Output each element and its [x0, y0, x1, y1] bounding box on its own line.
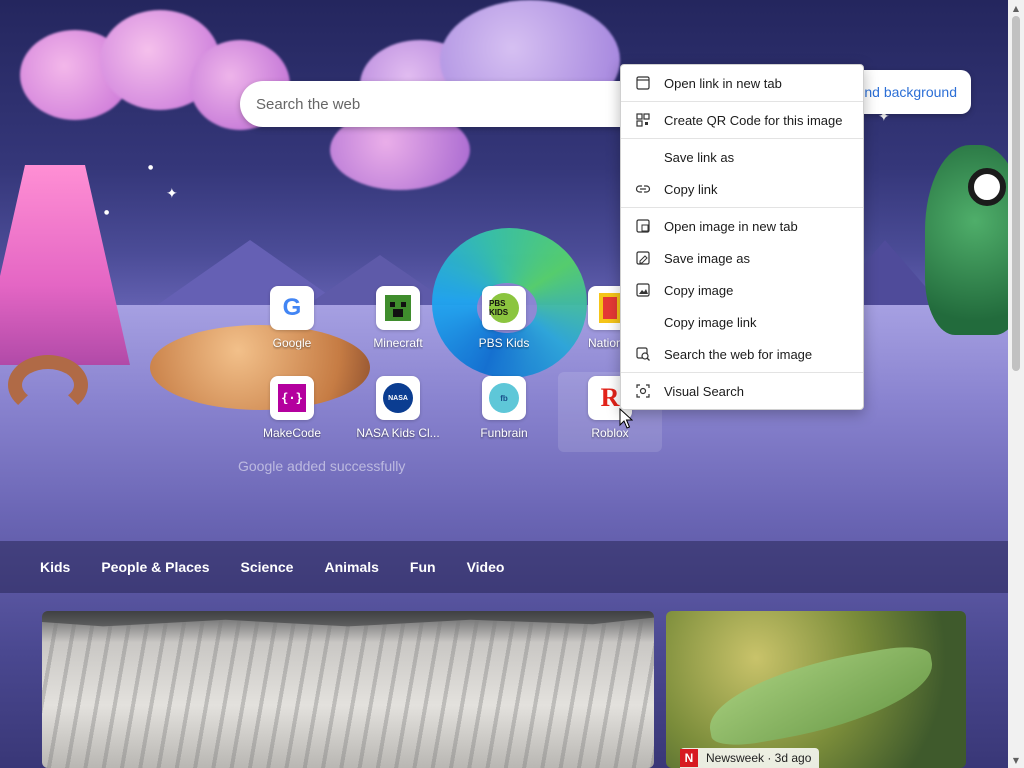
save-image-icon [635, 250, 651, 266]
card-source-text: Newsweek · 3d ago [706, 751, 812, 765]
menu-item-label: Save image as [664, 250, 750, 266]
menu-search-web-for-image[interactable]: Search the web for image [621, 338, 863, 370]
news-card-landscape[interactable] [42, 611, 654, 768]
link-icon [635, 181, 651, 197]
blank-icon [635, 314, 651, 330]
minecraft-icon [376, 286, 420, 330]
pbs-kids-icon: PBS KIDS [482, 286, 526, 330]
qr-code-icon [635, 112, 651, 128]
menu-open-link-new-tab[interactable]: Open link in new tab [621, 67, 863, 99]
menu-save-image-as[interactable]: Save image as [621, 242, 863, 274]
tab-kids[interactable]: Kids [40, 559, 70, 575]
quick-link-minecraft[interactable]: Minecraft [350, 286, 446, 362]
menu-open-image-new-tab[interactable]: Open image in new tab [621, 210, 863, 242]
donut-float [8, 355, 88, 415]
scroll-down-arrow-icon[interactable]: ▼ [1008, 752, 1024, 768]
nasa-icon: NASA [376, 376, 420, 420]
mouse-cursor-icon [619, 408, 633, 429]
funbrain-icon: fb [482, 376, 526, 420]
menu-item-label: Copy image [664, 282, 734, 298]
quick-link-label: MakeCode [262, 426, 322, 440]
quick-link-label: Minecraft [373, 336, 423, 350]
star-icon: ● [104, 209, 110, 216]
tab-animals[interactable]: Animals [324, 559, 378, 575]
star-icon: ✦ [166, 186, 178, 202]
makecode-icon: {·} [270, 376, 314, 420]
new-tab-icon [635, 75, 651, 91]
menu-item-label: Create QR Code for this image [664, 112, 843, 128]
menu-separator [621, 101, 863, 102]
menu-copy-image[interactable]: Copy image [621, 274, 863, 306]
search-input[interactable] [256, 95, 616, 113]
blank-icon [635, 149, 651, 165]
menu-item-label: Open image in new tab [664, 218, 798, 234]
volcano-character [0, 165, 130, 365]
tab-video[interactable]: Video [467, 559, 505, 575]
menu-item-label: Visual Search [664, 383, 744, 399]
quick-link-funbrain[interactable]: fb Funbrain [456, 376, 552, 452]
page-scrollbar[interactable]: ▲ ▼ [1008, 0, 1024, 768]
menu-visual-search[interactable]: Visual Search [621, 375, 863, 407]
menu-separator [621, 372, 863, 373]
tab-science[interactable]: Science [241, 559, 294, 575]
katydid-image [701, 641, 941, 751]
quick-link-label: Funbrain [480, 426, 528, 440]
quick-link-label: PBS Kids [478, 336, 530, 350]
menu-separator [621, 138, 863, 139]
menu-item-label: Copy link [664, 181, 718, 197]
menu-copy-link[interactable]: Copy link [621, 173, 863, 205]
menu-item-label: Copy image link [664, 314, 757, 330]
star-icon: ● [148, 164, 154, 171]
quick-link-pbs-kids[interactable]: PBS KIDS PBS Kids [456, 286, 552, 362]
news-card-katydid[interactable]: N Newsweek · 3d ago [666, 611, 966, 768]
image-search-icon [635, 346, 651, 362]
google-icon: G [270, 286, 314, 330]
menu-separator [621, 207, 863, 208]
menu-create-qr-code[interactable]: Create QR Code for this image [621, 104, 863, 136]
tab-people-places[interactable]: People & Places [101, 559, 209, 575]
context-menu: Open link in new tab Create QR Code for … [620, 64, 864, 410]
monster-eye [968, 168, 1006, 206]
tab-fun[interactable]: Fun [410, 559, 436, 575]
quick-link-label: Google [272, 336, 312, 350]
card-source: N Newsweek · 3d ago [680, 748, 820, 768]
menu-item-label: Save link as [664, 149, 735, 165]
scroll-thumb[interactable] [1012, 16, 1020, 371]
visual-search-icon [635, 383, 651, 399]
quick-link-label: NASA Kids Cl... [356, 426, 440, 440]
toast-message: Google added successfully [238, 458, 406, 474]
copy-image-icon [635, 282, 651, 298]
quick-link-nasa-kids[interactable]: NASA NASA Kids Cl... [350, 376, 446, 452]
menu-item-label: Open link in new tab [664, 75, 782, 91]
quick-link-google[interactable]: G Google [244, 286, 340, 362]
menu-copy-image-link[interactable]: Copy image link [621, 306, 863, 338]
category-nav: Kids People & Places Science Animals Fun… [0, 541, 1008, 593]
menu-item-label: Search the web for image [664, 346, 813, 362]
menu-save-link-as[interactable]: Save link as [621, 141, 863, 173]
quick-link-makecode[interactable]: {·} MakeCode [244, 376, 340, 452]
image-new-tab-icon [635, 218, 651, 234]
scroll-up-arrow-icon[interactable]: ▲ [1008, 0, 1024, 16]
change-background-label: nd background [864, 84, 957, 100]
search-box[interactable] [240, 81, 660, 127]
newsweek-logo-icon: N [680, 749, 698, 767]
